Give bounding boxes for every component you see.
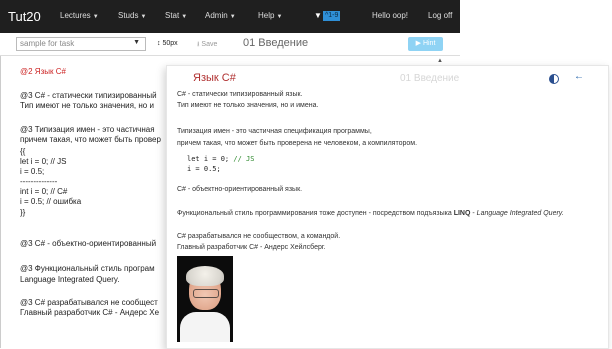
contrast-icon[interactable] <box>549 74 559 84</box>
brand-logo[interactable]: Tut20 <box>8 9 41 24</box>
editor-toolbar: sample for task ▼ ↕ 50px ⭳ Save 01 Введе… <box>0 33 460 56</box>
editor-line: i = 0.5; <box>20 167 45 176</box>
editor-line: i = 0.5; // ошибка <box>20 197 82 206</box>
preview-panel: Язык C# 01 Введение ← C# - статически ти… <box>166 65 609 349</box>
height-button[interactable]: ↕ 50px <box>157 40 178 47</box>
editor-line: int i = 0; // C# <box>20 187 68 196</box>
navbar: Tut20 Lectures ▼ Studs ▼ Stat ▼ Admin ▼ Help… <box>0 0 460 33</box>
preview-text: причем такая, что может быть проверена н… <box>177 140 418 147</box>
chevron-down-icon: ▼ <box>92 14 99 20</box>
editor-line: @3 Типизация имен - это частичная <box>20 125 155 134</box>
filter-badge[interactable]: ^1-9 <box>323 11 341 21</box>
editor-line: @3 C# - статически типизированный <box>20 91 157 100</box>
preview-text: C# - статически типизированный язык. <box>177 91 303 98</box>
nav-admin[interactable]: Admin ▼ <box>205 11 236 20</box>
editor-line: let i = 0; // JS <box>20 157 67 166</box>
editor-line: @2 Язык C# <box>20 67 66 76</box>
hint-button[interactable]: ▶ Hint <box>408 37 443 51</box>
author-photo <box>177 256 233 342</box>
preview-faded-header: 01 Введение <box>400 73 460 84</box>
editor-line: -------------- <box>20 177 58 186</box>
preview-text: Тип имеют не только значения, но и имена… <box>177 102 319 109</box>
preview-text: Типизация имен - это частичная специфика… <box>177 128 372 135</box>
editor-line: Language Integrated Query. <box>20 275 120 284</box>
chevron-down-icon: ▼ <box>276 14 283 20</box>
scroll-up-arrow-icon[interactable]: ▲ <box>437 58 443 64</box>
editor-line: @3 C# - объектно-ориентированный <box>20 239 157 248</box>
logout-link[interactable]: Log off <box>428 11 452 20</box>
nav-help[interactable]: Help ▼ <box>258 11 282 20</box>
nav-stat[interactable]: Stat ▼ <box>165 11 187 20</box>
nav-studs[interactable]: Studs ▼ <box>118 11 146 20</box>
code-line: i = 0.5; <box>187 165 221 173</box>
editor-line: @3 C# разрабатывался не сообщест <box>20 298 158 307</box>
filter-icon[interactable]: ▼ <box>314 11 322 20</box>
editor-line: причем такая, что может быть провер <box>20 135 161 144</box>
editor-line: }} <box>20 208 26 217</box>
preview-text: C# - объектно-ориентированный язык. <box>177 186 303 193</box>
chevron-down-icon: ▼ <box>181 14 188 20</box>
preview-title: Язык C# <box>193 72 236 84</box>
editor-line: @3 Функциональный стиль програм <box>20 264 155 273</box>
resize-height-icon: ↕ <box>157 40 161 47</box>
code-line: let i = 0; // JS <box>187 155 255 163</box>
play-icon: ▶ <box>415 40 421 47</box>
editor-line: Тип имеют не только значения, но и <box>20 101 154 110</box>
editor-line: {{ <box>20 147 26 156</box>
editor-line: Главный разработчик C# - Андерс Хе <box>20 308 160 317</box>
task-select-value: sample for task <box>20 39 75 48</box>
save-button[interactable]: ⭳ Save <box>197 40 217 51</box>
preview-text: C# разрабатывался не сообществом, а кома… <box>177 233 341 240</box>
chevron-down-icon: ▼ <box>229 14 236 20</box>
nav-lectures[interactable]: Lectures ▼ <box>60 11 99 20</box>
back-arrow-icon[interactable]: ← <box>574 71 584 82</box>
chevron-down-icon: ▼ <box>133 39 140 46</box>
user-greeting[interactable]: Hello oop! <box>372 11 408 20</box>
preview-text: Функциональный стиль программирования то… <box>177 210 564 217</box>
download-icon: ⭳ <box>197 41 200 48</box>
lesson-title: 01 Введение <box>243 37 309 49</box>
task-select[interactable]: sample for task ▼ <box>16 37 146 51</box>
chevron-down-icon: ▼ <box>140 14 147 20</box>
preview-text: Главный разработчик C# - Андерс Хейлсбер… <box>177 244 326 251</box>
